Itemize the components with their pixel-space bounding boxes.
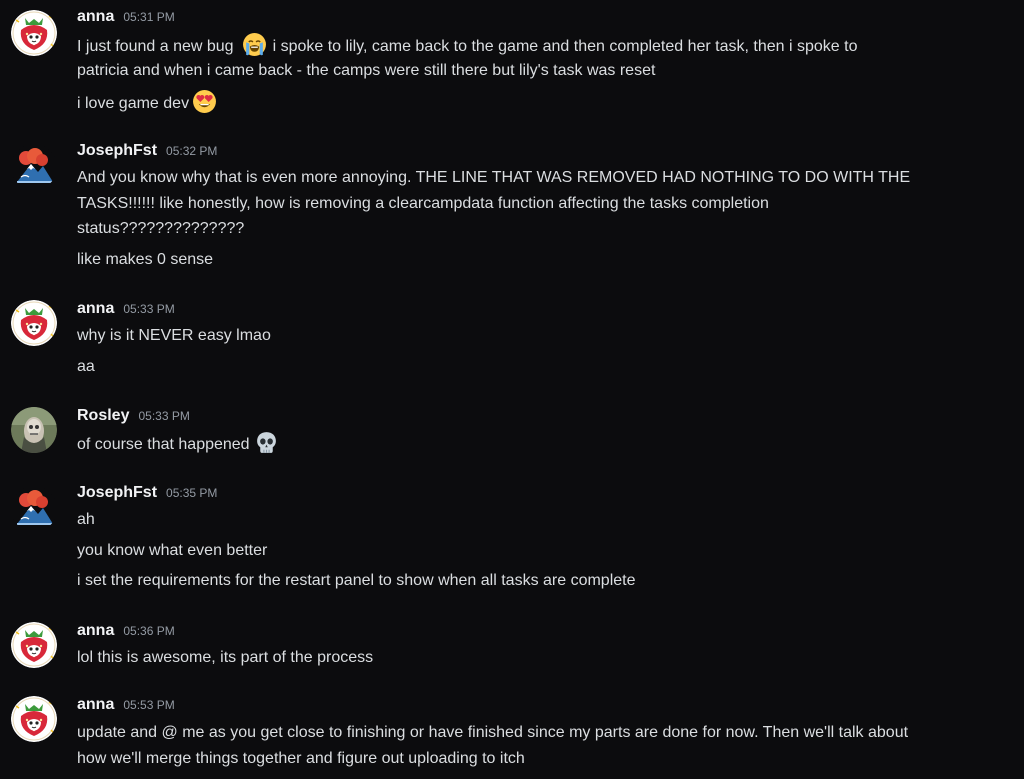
message-group: Rosley 05:33 PM of course that happened: [0, 407, 1024, 462]
message-text: TASKS!!!!!! like honestly, how is removi…: [77, 195, 769, 212]
message-header: anna 05:36 PM: [77, 622, 175, 640]
message-text: of course that happened: [77, 436, 250, 453]
timestamp: 05:36 PM: [123, 624, 175, 638]
chat-messages: anna 05:31 PM I just found a new bug i spo…: [0, 0, 1024, 779]
timestamp: 05:35 PM: [166, 486, 218, 500]
message-header: anna 05:53 PM: [77, 696, 175, 714]
avatar[interactable]: [11, 696, 57, 742]
avatar[interactable]: [11, 144, 57, 190]
message-text: status??????????????: [77, 220, 245, 237]
message-text: And you know why that is even more annoy…: [77, 169, 911, 186]
message-text: you know what even better: [77, 542, 268, 559]
timestamp: 05:31 PM: [123, 10, 175, 24]
timestamp: 05:53 PM: [123, 698, 175, 712]
message-group: anna 05:36 PM lol this is awesome, its pa…: [0, 622, 1024, 672]
message-group: anna 05:31 PM I just found a new bug i spo…: [0, 8, 1024, 120]
message-line: i set the requirements for the restart p…: [77, 568, 1012, 593]
message-text: ah: [77, 511, 95, 528]
message-line: And you know why that is even more annoy…: [77, 165, 1012, 190]
message-line: status??????????????: [77, 216, 1012, 241]
message-line: ah: [77, 507, 1012, 532]
message-text: i love game dev: [77, 95, 190, 112]
timestamp: 05:33 PM: [138, 409, 190, 423]
skull-icon: [254, 430, 279, 455]
author-name[interactable]: JosephFst: [77, 142, 157, 159]
message-group: JosephFst 05:35 PM ah you know what even …: [0, 484, 1024, 594]
message-header: JosephFst 05:32 PM: [77, 142, 217, 160]
author-name[interactable]: anna: [77, 300, 114, 317]
message-text: how we'll merge things together and figu…: [77, 750, 525, 767]
avatar[interactable]: [11, 407, 57, 453]
message-line: lol this is awesome, its part of the pro…: [77, 645, 1012, 670]
message-header: Rosley 05:33 PM: [77, 407, 190, 425]
message-line: why is it NEVER easy lmao: [77, 323, 1012, 348]
message-line: patricia and when i came back - the camp…: [77, 58, 1012, 83]
message-line: TASKS!!!!!! like honestly, how is removi…: [77, 191, 1012, 216]
message-line: you know what even better: [77, 538, 1012, 563]
message-group: anna 05:53 PM update and @ me as you get …: [0, 696, 1024, 776]
avatar[interactable]: [11, 10, 57, 56]
avatar[interactable]: [11, 622, 57, 668]
message-header: anna 05:33 PM: [77, 300, 175, 318]
message-header: anna 05:31 PM: [77, 8, 175, 26]
author-name[interactable]: anna: [77, 622, 114, 639]
avatar[interactable]: [11, 486, 57, 532]
message-header: JosephFst 05:35 PM: [77, 484, 217, 502]
message-line: update and @ me as you get close to fini…: [77, 720, 1012, 745]
message-line: how we'll merge things together and figu…: [77, 746, 1012, 771]
message-line: like makes 0 sense: [77, 247, 1012, 272]
message-text: lol this is awesome, its part of the pro…: [77, 649, 374, 666]
message-text: like makes 0 sense: [77, 251, 214, 268]
message-line: aa: [77, 354, 1012, 379]
message-text: why is it NEVER easy lmao: [77, 327, 271, 344]
message-text: i set the requirements for the restart p…: [77, 572, 636, 589]
message-text: I just found a new bug: [77, 38, 234, 55]
author-name[interactable]: Rosley: [77, 407, 129, 424]
message-line: of course that happened: [77, 430, 1012, 457]
message-text: update and @ me as you get close to fini…: [77, 724, 909, 741]
author-name[interactable]: JosephFst: [77, 484, 157, 501]
message-group: anna 05:33 PM why is it NEVER easy lmao a…: [0, 300, 1024, 380]
author-name[interactable]: anna: [77, 8, 114, 25]
message-group: JosephFst 05:32 PM And you know why that …: [0, 142, 1024, 272]
avatar[interactable]: [11, 300, 57, 346]
timestamp: 05:32 PM: [166, 144, 218, 158]
message-text: i spoke to lily, came back to the game a…: [272, 38, 858, 55]
heart-eyes-face-icon: [192, 89, 217, 114]
message-text: patricia and when i came back - the camp…: [77, 62, 656, 79]
message-text: aa: [77, 358, 95, 375]
message-line: i love game dev: [77, 89, 1012, 116]
timestamp: 05:33 PM: [123, 302, 175, 316]
author-name[interactable]: anna: [77, 696, 114, 713]
crying-face-icon: [242, 32, 267, 57]
message-line: I just found a new bug i spoke to lily, c…: [77, 32, 1012, 59]
